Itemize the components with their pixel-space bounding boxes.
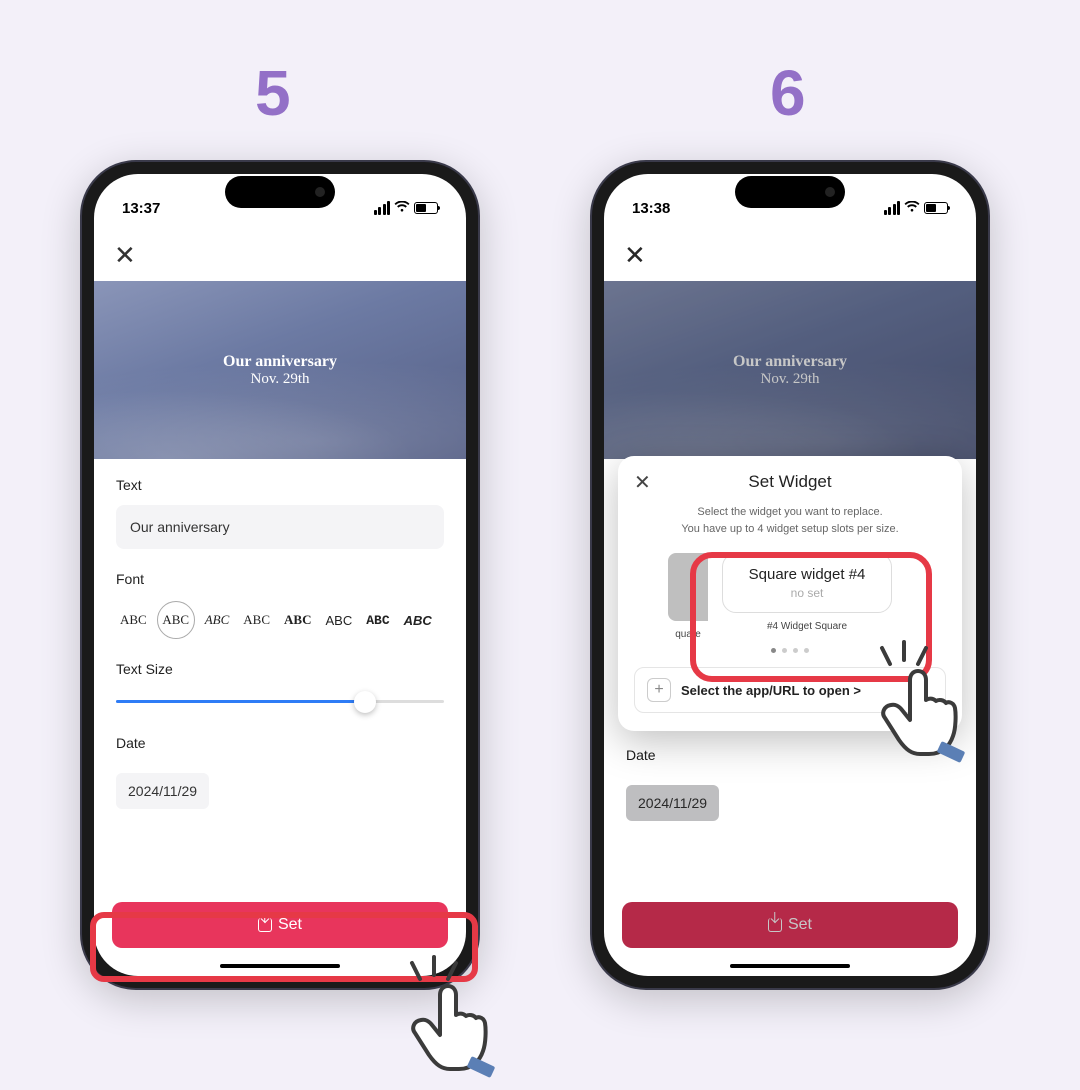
textsize-slider[interactable]: [116, 691, 444, 711]
set-widget-modal: ✕ Set Widget Select the widget you want …: [618, 456, 962, 731]
signal-icon: [884, 201, 901, 215]
font-option[interactable]: ABC: [116, 606, 151, 634]
step-number-6: 6: [770, 56, 806, 130]
modal-close-icon[interactable]: ✕: [634, 470, 651, 495]
date-label: Date: [626, 747, 954, 763]
screen-5: 13:37 ✕ Our anniversary Nov. 29th Text O…: [94, 174, 466, 976]
select-app-button[interactable]: + Select the app/URL to open >: [634, 667, 946, 713]
widget-preview: Our anniversary Nov. 29th: [94, 281, 466, 459]
modal-description: Select the widget you want to replace. Y…: [634, 504, 946, 537]
font-option[interactable]: ABC: [321, 607, 356, 634]
text-field[interactable]: Our anniversary: [116, 505, 444, 549]
font-label: Font: [116, 571, 444, 587]
widget-preview: Our anniversary Nov. 29th: [604, 281, 976, 459]
set-button[interactable]: Set: [622, 902, 958, 948]
font-option[interactable]: ABC: [280, 606, 315, 634]
font-option[interactable]: ABC: [400, 607, 436, 634]
widget-card-status: no set: [731, 586, 883, 600]
status-time: 13:38: [632, 200, 670, 217]
date-label: Date: [116, 735, 444, 751]
dynamic-island: [735, 176, 845, 208]
set-button-label: Set: [278, 916, 302, 934]
modal-title: Set Widget: [634, 472, 946, 492]
hero-title: Our anniversary: [223, 353, 337, 371]
widget-slot-preview[interactable]: [668, 553, 708, 621]
text-label: Text: [116, 477, 444, 493]
wifi-icon: [394, 200, 410, 216]
date-field[interactable]: 2024/11/29: [116, 773, 209, 809]
page-indicator: [634, 648, 946, 653]
font-option[interactable]: ABC: [362, 607, 393, 634]
dynamic-island: [225, 176, 335, 208]
hero-subtitle: Nov. 29th: [760, 371, 819, 388]
widget-caption: #4 Widget Square: [722, 621, 892, 632]
download-icon: [258, 918, 272, 932]
battery-icon: [414, 202, 438, 214]
close-icon[interactable]: ✕: [624, 240, 646, 270]
widget-card-title: Square widget #4: [731, 566, 883, 584]
hero-title: Our anniversary: [733, 353, 847, 371]
battery-icon: [924, 202, 948, 214]
wifi-icon: [904, 200, 920, 216]
set-button-label: Set: [788, 916, 812, 934]
font-picker[interactable]: ABC ABC ABC ABC ABC ABC ABC ABC: [116, 601, 444, 639]
widget-slot-card[interactable]: Square widget #4 no set: [722, 553, 892, 613]
status-icons: [884, 200, 949, 216]
home-indicator: [220, 964, 340, 968]
home-indicator: [730, 964, 850, 968]
signal-icon: [374, 201, 391, 215]
set-button[interactable]: Set: [112, 902, 448, 948]
date-field[interactable]: 2024/11/29: [626, 785, 719, 821]
phone-frame-5: 13:37 ✕ Our anniversary Nov. 29th Text O…: [80, 160, 480, 990]
screen-6: 13:38 ✕ Our anniversary Nov. 29th Date 2…: [604, 174, 976, 976]
plus-icon: +: [647, 678, 671, 702]
textsize-label: Text Size: [116, 661, 444, 677]
step-number-5: 5: [255, 56, 291, 130]
close-icon[interactable]: ✕: [114, 240, 136, 270]
font-option[interactable]: ABC: [239, 606, 274, 634]
download-icon: [768, 918, 782, 932]
widget-caption: quare: [668, 629, 708, 640]
font-option-selected[interactable]: ABC: [157, 601, 195, 639]
font-option[interactable]: ABC: [201, 606, 234, 634]
select-app-label: Select the app/URL to open >: [681, 683, 861, 698]
phone-frame-6: 13:38 ✕ Our anniversary Nov. 29th Date 2…: [590, 160, 990, 990]
hero-subtitle: Nov. 29th: [250, 371, 309, 388]
status-time: 13:37: [122, 200, 160, 217]
status-icons: [374, 200, 439, 216]
